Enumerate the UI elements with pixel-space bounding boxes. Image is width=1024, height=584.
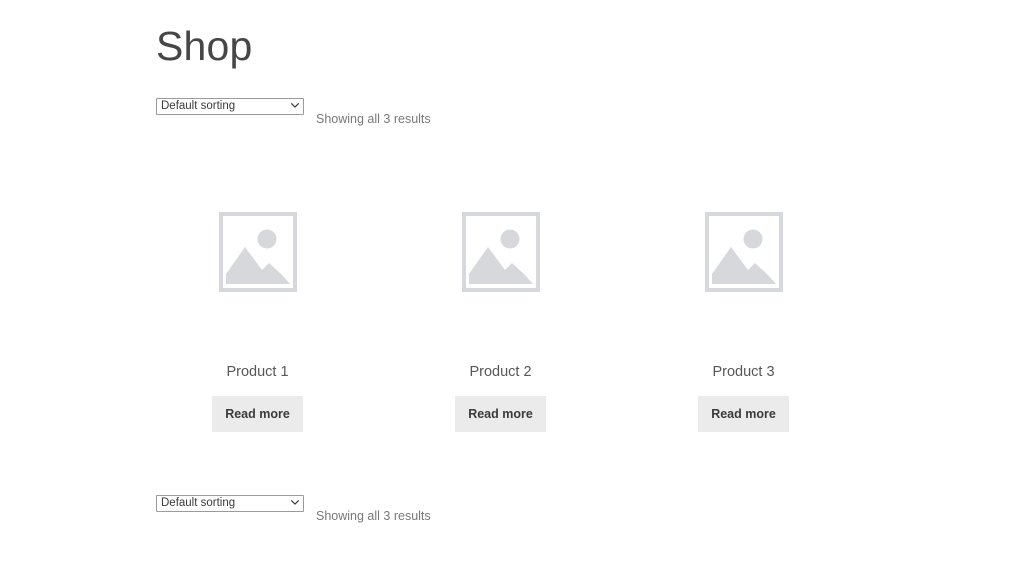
page-title: Shop — [156, 26, 253, 67]
product-title: Product 3 — [642, 363, 845, 383]
product-button-row: Read more — [156, 396, 359, 432]
shop-toolbar-top: Default sortingSort by popularitySort by… — [156, 98, 868, 116]
result-count-top: Showing all 3 results — [316, 112, 431, 127]
product-grid: Product 1 Read more Product 2 Read more — [156, 140, 868, 432]
product-card[interactable]: Product 3 Read more — [642, 140, 845, 432]
shop-toolbar-bottom: Default sortingSort by popularitySort by… — [156, 495, 868, 513]
product-title: Product 1 — [156, 363, 359, 383]
product-thumbnail-link[interactable] — [642, 140, 845, 363]
result-count-bottom: Showing all 3 results — [316, 509, 431, 524]
orderby-select-wrapper-bottom[interactable]: Default sortingSort by popularitySort by… — [156, 495, 304, 512]
product-card[interactable]: Product 2 Read more — [399, 140, 602, 432]
placeholder-image-icon — [219, 212, 297, 292]
product-thumbnail-link[interactable] — [156, 140, 359, 363]
orderby-select-top[interactable]: Default sortingSort by popularitySort by… — [156, 98, 304, 115]
orderby-select-bottom[interactable]: Default sortingSort by popularitySort by… — [156, 495, 304, 512]
placeholder-image-icon — [462, 212, 540, 292]
read-more-button[interactable]: Read more — [212, 396, 303, 432]
product-thumbnail-link[interactable] — [399, 140, 602, 363]
orderby-select-wrapper-top[interactable]: Default sortingSort by popularitySort by… — [156, 98, 304, 115]
product-button-row: Read more — [642, 396, 845, 432]
shop-page: Shop Default sortingSort by popularitySo… — [0, 0, 1024, 584]
product-button-row: Read more — [399, 396, 602, 432]
read-more-button[interactable]: Read more — [698, 396, 789, 432]
product-title: Product 2 — [399, 363, 602, 383]
read-more-button[interactable]: Read more — [455, 396, 546, 432]
placeholder-image-icon — [705, 212, 783, 292]
product-card[interactable]: Product 1 Read more — [156, 140, 359, 432]
